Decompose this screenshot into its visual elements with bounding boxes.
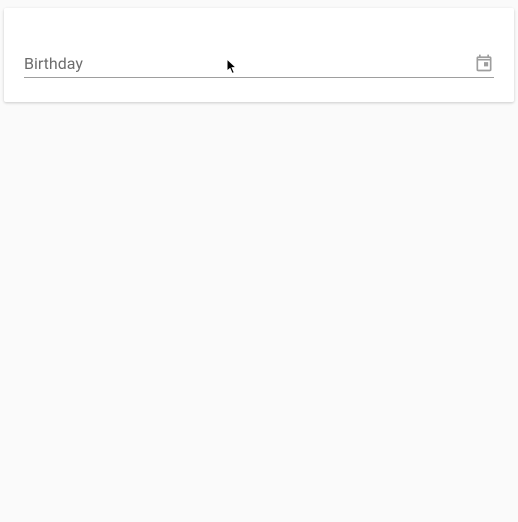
calendar-icon xyxy=(474,53,494,76)
form-card xyxy=(4,8,514,102)
content-area xyxy=(4,102,514,514)
calendar-toggle-button[interactable] xyxy=(474,54,494,74)
birthday-field xyxy=(24,28,494,78)
app-frame xyxy=(0,0,518,522)
birthday-input[interactable] xyxy=(24,52,494,78)
